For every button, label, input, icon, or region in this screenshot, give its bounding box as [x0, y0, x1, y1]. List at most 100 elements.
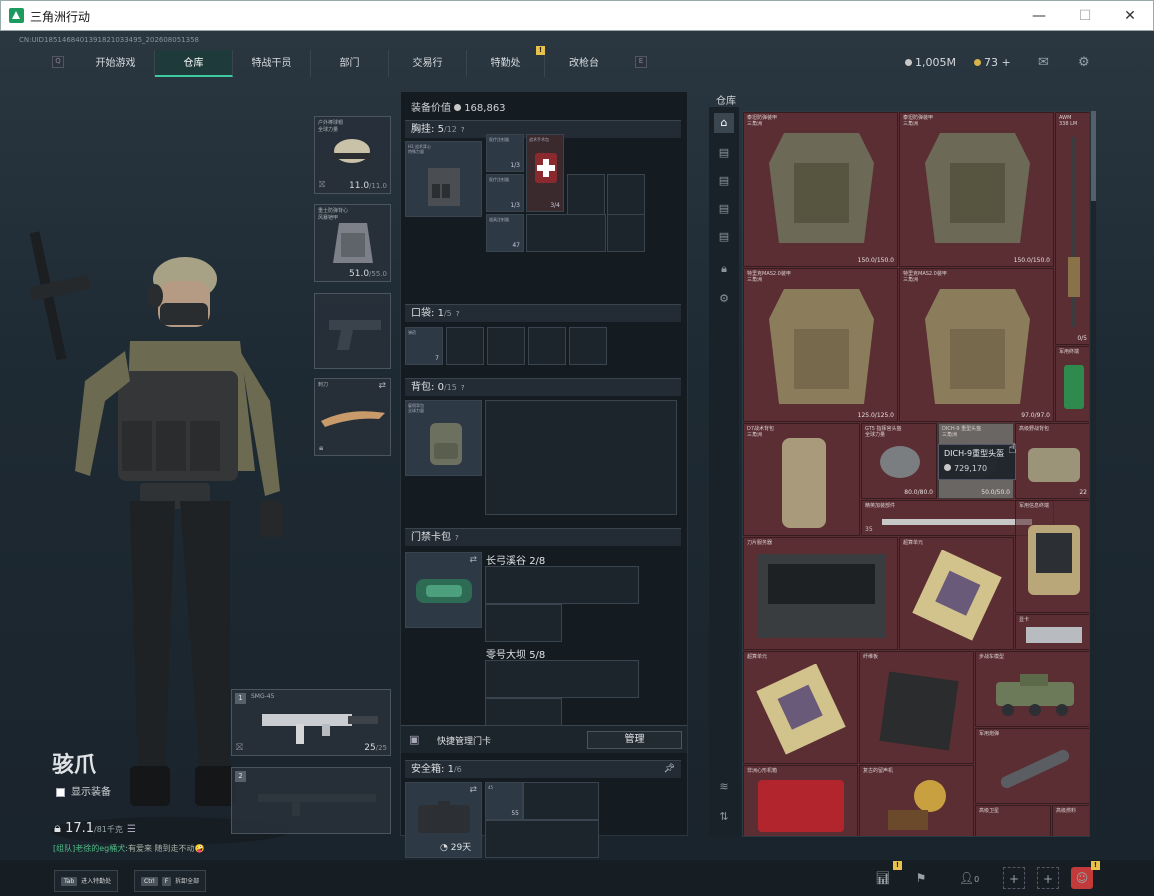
tab-operators[interactable]: 特战干员	[233, 50, 311, 77]
stash-lock-icon[interactable]: 🔒︎	[714, 259, 734, 279]
pocket-slot-empty[interactable]	[528, 327, 566, 365]
chest-slot-empty[interactable]	[526, 214, 606, 252]
stash-page-2-icon[interactable]: ▤	[714, 143, 734, 163]
tab-department[interactable]: 部门	[311, 50, 389, 77]
stash-item[interactable]: 步战车模型	[975, 651, 1089, 727]
tab-gunsmith[interactable]: 改枪台	[545, 50, 623, 77]
maximize-button[interactable]: ☐	[1073, 5, 1097, 27]
stash-item[interactable]: 复古的留声机	[859, 765, 974, 836]
gold-currency[interactable]: 73 +	[974, 56, 1011, 69]
helmet-slot[interactable]: 户外棒球帽 全球力量 ⛝ 11.0/11.0	[314, 116, 391, 194]
stash-item[interactable]: 军用信息终端	[1015, 500, 1089, 613]
unequip-weapon-icon[interactable]: ⛝	[236, 743, 243, 753]
gold-add-button[interactable]: +	[1002, 56, 1011, 69]
chest-rig-item[interactable]: H3 战术背心 特殊力量	[405, 141, 482, 217]
pocket-slot-empty[interactable]	[446, 327, 484, 365]
stash-item[interactable]: 纤维板	[859, 651, 974, 764]
mail-icon[interactable]: ✉	[1038, 55, 1049, 70]
flag-icon[interactable]: ⚑	[910, 867, 932, 889]
stash-page-5-icon[interactable]: ▤	[714, 227, 734, 247]
nav-right-key[interactable]: E	[635, 56, 647, 68]
stash-item[interactable]: 高级野战背包 22	[1015, 423, 1089, 499]
stash-item[interactable]: 显卡	[1015, 614, 1089, 650]
keycard-grid-1b[interactable]	[485, 604, 562, 642]
stash-item[interactable]: 特里克MAS2.0装甲 三角洲 97.0/97.0	[899, 268, 1054, 422]
stash-page-3-icon[interactable]: ▤	[714, 171, 734, 191]
stats-chart-icon[interactable]: 📊︎	[872, 867, 894, 889]
stash-layers-icon[interactable]: ≋	[714, 777, 734, 797]
safe-slot-item[interactable]: 45 55	[485, 782, 523, 820]
secondary-weapon-slot[interactable]: 2	[231, 767, 391, 834]
help-icon[interactable]: ?	[461, 380, 469, 392]
backpack-item[interactable]: 雇佣背包 全球力量	[405, 400, 482, 476]
chest-slot-item[interactable]: 医疗注射器 1/3	[486, 134, 524, 172]
pocket-slot-empty[interactable]	[487, 327, 525, 365]
show-gear-checkbox[interactable]	[56, 787, 65, 797]
stash-page-4-icon[interactable]: ▤	[714, 199, 734, 219]
stash-item[interactable]: AWM 338 LM 0/5	[1055, 112, 1089, 345]
stash-item[interactable]: 非洲心形机箱	[743, 765, 858, 836]
stash-item[interactable]: D7战术背包 三角洲	[743, 423, 860, 536]
safe-box-item[interactable]: ⇄ ◔ 29天	[405, 782, 482, 858]
chest-slot-item[interactable]: 战术手术包 3/4	[526, 134, 564, 212]
list-icon[interactable]: ☰	[127, 824, 136, 835]
swap-icon[interactable]: ⇄	[378, 381, 386, 391]
pistol-slot[interactable]	[314, 293, 391, 369]
minimize-button[interactable]: —	[1027, 5, 1051, 27]
stash-item[interactable]: 超算单元	[899, 537, 1014, 650]
pocket-slot-empty[interactable]	[569, 327, 607, 365]
pocket-slot-item[interactable]: 弹药 7	[405, 327, 443, 365]
help-icon[interactable]: ?	[461, 122, 469, 134]
chest-slot-item[interactable]: 医疗注射器 1/3	[486, 174, 524, 212]
stash-item[interactable]: 超算单元	[743, 651, 858, 764]
stash-scroll-thumb[interactable]	[1091, 111, 1096, 201]
tab-warehouse[interactable]: 仓库	[155, 50, 233, 77]
backpack-grid[interactable]	[485, 400, 677, 515]
stash-item[interactable]: 军用炮弹	[975, 728, 1089, 804]
player-avatar[interactable]: ☺	[1071, 867, 1093, 889]
stash-item[interactable]: 军用终端	[1055, 346, 1089, 422]
unequip-icon[interactable]: ⛝	[319, 180, 325, 190]
pin-icon[interactable]: 📌︎	[664, 761, 675, 778]
close-button[interactable]: ✕	[1118, 5, 1142, 27]
tab-start-game[interactable]: 开始游戏	[77, 50, 155, 77]
stash-item[interactable]: 高级燃料	[1052, 805, 1089, 836]
swap-icon[interactable]: ⇄	[469, 785, 477, 795]
stash-scrollbar[interactable]	[1091, 111, 1096, 837]
keycard-grid-2[interactable]	[485, 660, 639, 698]
nav-left-key[interactable]: Q	[52, 56, 64, 68]
stash-home-icon[interactable]: ⌂	[714, 113, 734, 133]
friends-icon[interactable]: 👤︎0	[955, 867, 983, 889]
stash-item[interactable]: 特里克MAS2.0装甲 三角洲 125.0/125.0	[743, 268, 898, 422]
show-gear-toggle[interactable]: 显示装备	[56, 783, 111, 798]
stash-sort-icon[interactable]: ⇅	[714, 807, 734, 827]
armor-slot[interactable]: 重士防弹背心 风暴铠甲 51.0/55.0	[314, 204, 391, 282]
stash-item[interactable]: 泰坦防弹装甲 三角洲 150.0/150.0	[743, 112, 898, 267]
safe-slot-empty[interactable]	[485, 820, 599, 858]
stash-item[interactable]: 高级卫星	[975, 805, 1051, 836]
keycard-case-item[interactable]: ⇄	[405, 552, 482, 628]
safe-slot-empty[interactable]	[523, 782, 599, 820]
unload-all-hint[interactable]: Ctrl F 拆卸全部	[134, 870, 207, 892]
keycard-grid-2b[interactable]	[485, 698, 562, 726]
chest-slot-empty[interactable]	[607, 214, 645, 252]
keycard-grid-1[interactable]	[485, 566, 639, 604]
settings-gear-icon[interactable]: ⚙	[1078, 55, 1090, 70]
manage-button[interactable]: 管理	[587, 731, 682, 749]
help-icon[interactable]: ?	[456, 306, 464, 318]
melee-slot[interactable]: 刺刀 ⇄ 🔒︎	[314, 378, 391, 456]
pocket-item-name: 弹药	[408, 330, 416, 335]
help-icon[interactable]: ?	[455, 530, 463, 542]
primary-weapon-slot[interactable]: 1 SMG-45 ⛝ 25/25	[231, 689, 391, 756]
tab-trade[interactable]: 交易行	[389, 50, 467, 77]
invite-slot-1[interactable]: +	[1003, 867, 1025, 889]
stash-item[interactable]: 刀片服务器	[743, 537, 898, 650]
swap-icon[interactable]: ⇄	[469, 555, 477, 565]
enter-special-ops-hint[interactable]: Tab 进入特勤处	[54, 870, 119, 892]
stash-settings-icon[interactable]: ⚙	[714, 289, 734, 309]
stash-item[interactable]: GT5 指挥官头盔 全球力量 80.0/80.0	[861, 423, 937, 499]
tab-special-ops[interactable]: 特勤处	[467, 50, 545, 77]
invite-slot-2[interactable]: +	[1037, 867, 1059, 889]
chest-slot-item[interactable]: 道具注射器 47	[486, 214, 524, 252]
stash-item[interactable]: 泰坦防弹装甲 三角洲 150.0/150.0	[899, 112, 1054, 267]
